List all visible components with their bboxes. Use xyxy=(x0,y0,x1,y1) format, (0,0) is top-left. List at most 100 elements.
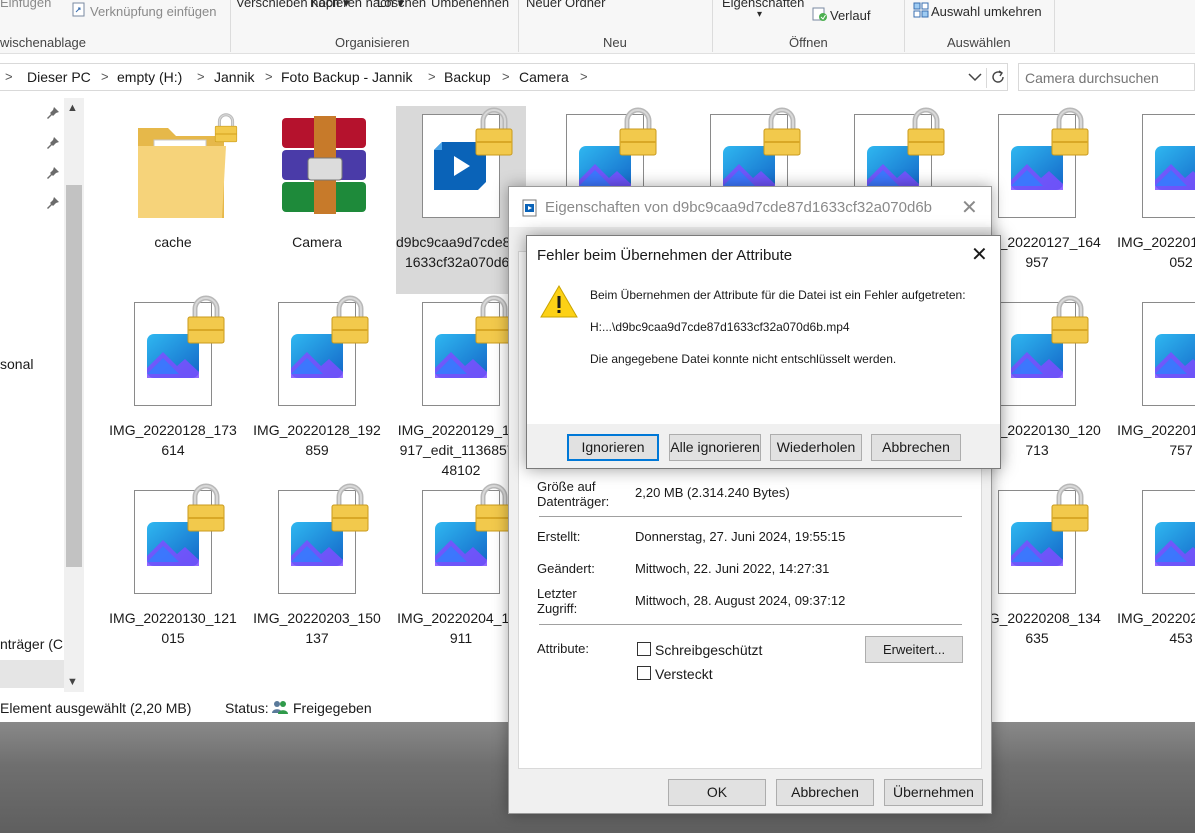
folder-item[interactable]: cache xyxy=(108,106,238,294)
rename-label: Umbenennen xyxy=(431,0,510,10)
lock-icon xyxy=(474,106,514,158)
ribbon: Einfügen Verknüpfung einfügen wischenabl… xyxy=(0,0,1195,54)
chevron-right-icon: > xyxy=(101,69,109,84)
file-item[interactable]: IMG_20220128_173614 xyxy=(108,294,238,482)
properties-label: Eigenschaften xyxy=(722,0,805,10)
error-titlebar[interactable]: Fehler beim Übernehmen der Attribute ✕ xyxy=(527,236,1000,274)
close-icon[interactable]: ✕ xyxy=(971,242,988,267)
chevron-right-icon: > xyxy=(502,69,510,84)
modified-value: Mittwoch, 22. Juni 2022, 14:27:31 xyxy=(635,561,830,576)
lock-icon xyxy=(906,106,946,158)
rename-button[interactable]: Umbenennen xyxy=(431,0,509,11)
paste-shortcut-label: Verknüpfung einfügen xyxy=(90,4,217,19)
scroll-up-icon[interactable]: ▲ xyxy=(67,102,78,114)
properties-titlebar[interactable]: Eigenschaften von d9bc9caa9d7cde87d1633c… xyxy=(509,187,991,227)
file-item[interactable]: IMG_20220127_192052 xyxy=(1116,106,1195,294)
paste-button[interactable]: Einfügen xyxy=(0,0,51,11)
invert-selection-button[interactable]: Auswahl umkehren xyxy=(913,2,1042,20)
crumb-this-pc[interactable]: Dieser PC xyxy=(27,69,91,85)
group-new-label: Neu xyxy=(603,35,627,50)
error-cancel-button[interactable]: Abbrechen xyxy=(871,434,961,461)
ignore-all-button[interactable]: Alle ignorieren xyxy=(669,434,761,461)
delete-button[interactable]: Löschen xyxy=(377,0,426,11)
status-label: Status: xyxy=(225,700,269,716)
pin-icon[interactable] xyxy=(46,196,60,210)
nav-item-personal[interactable]: sonal xyxy=(0,356,33,372)
file-item[interactable]: IMG_20220204_190911 xyxy=(396,482,526,670)
image-file-icon xyxy=(1142,490,1195,598)
retry-button[interactable]: Wiederholen xyxy=(770,434,862,461)
readonly-checkbox[interactable] xyxy=(637,642,651,656)
lock-icon xyxy=(1050,482,1090,534)
pin-icon[interactable] xyxy=(46,136,60,150)
search-input[interactable]: Camera durchsuchen xyxy=(1018,63,1195,91)
crumb-backup[interactable]: Backup xyxy=(444,69,491,85)
file-name: cache xyxy=(154,234,192,250)
properties-title: Eigenschaften von d9bc9caa9d7cde87d1633c… xyxy=(545,199,932,216)
file-name: IMG_20220130_121015 xyxy=(109,610,237,646)
file-item[interactable]: Camera xyxy=(252,106,382,294)
file-item[interactable]: IMG_20220203_150137 xyxy=(252,482,382,670)
hidden-label: Versteckt xyxy=(655,666,713,682)
group-select-label: Auswählen xyxy=(947,35,1011,50)
history-dropdown-icon[interactable] xyxy=(966,68,984,86)
paste-shortcut-button[interactable]: Verknüpfung einfügen xyxy=(72,2,217,20)
crumb-foto-backup[interactable]: Foto Backup - Jannik xyxy=(281,69,413,85)
group-open-label: Öffnen xyxy=(789,35,828,50)
selection-status: Element ausgewählt (2,20 MB) xyxy=(0,700,192,716)
refresh-icon[interactable] xyxy=(986,68,1006,88)
file-item[interactable]: IMG_20220130_121015 xyxy=(108,482,238,670)
pin-icon[interactable] xyxy=(46,166,60,180)
scroll-down-icon[interactable]: ▼ xyxy=(67,676,78,688)
image-file-icon xyxy=(998,295,1089,410)
file-item[interactable]: IMG_20220130_120757 xyxy=(1116,294,1195,482)
folder-icon xyxy=(134,113,238,222)
properties-dropdown-icon[interactable]: ▾ xyxy=(757,6,762,23)
lock-icon xyxy=(762,106,802,158)
file-name: IMG_20220208_203453 xyxy=(1117,610,1195,646)
crumb-camera[interactable]: Camera xyxy=(519,69,569,85)
apply-button[interactable]: Übernehmen xyxy=(884,779,983,806)
image-file-icon xyxy=(422,483,513,598)
nav-item-drive-c[interactable]: nträger (C: xyxy=(0,636,67,652)
invert-selection-icon xyxy=(913,2,929,18)
warning-icon xyxy=(539,284,579,320)
nav-item-selected[interactable] xyxy=(0,660,64,688)
lock-icon xyxy=(186,482,226,534)
advanced-button[interactable]: Erweitert... xyxy=(865,636,963,663)
file-item[interactable]: IMG_20220129_115917_edit_1136857148102 xyxy=(396,294,526,482)
ok-button[interactable]: OK xyxy=(668,779,766,806)
hidden-checkbox[interactable] xyxy=(637,666,651,680)
file-name: IMG_20220203_150137 xyxy=(253,610,381,646)
error-path: H:...\d9bc9caa9d7cde87d1633cf32a070d6b.m… xyxy=(590,320,850,334)
lock-icon xyxy=(1050,294,1090,346)
crumb-drive[interactable]: empty (H:) xyxy=(117,69,182,85)
ribbon-divider xyxy=(904,0,905,52)
attributes-label: Attribute: xyxy=(537,641,590,656)
divider xyxy=(539,516,962,517)
image-file-icon xyxy=(1142,302,1195,410)
image-file-icon xyxy=(278,483,369,598)
file-item[interactable]: IMG_20220208_203453 xyxy=(1116,482,1195,670)
properties-button[interactable]: Eigenschaften xyxy=(722,0,804,11)
copy-to-button[interactable]: Kopieren nach ▾ xyxy=(310,0,404,11)
ribbon-divider xyxy=(518,0,519,52)
size-on-disk-value: 2,20 MB (2.314.240 Bytes) xyxy=(635,485,790,500)
pin-icon[interactable] xyxy=(46,106,60,120)
move-to-button[interactable]: Verschieben nach ▾ xyxy=(236,0,350,11)
file-item[interactable]: IMG_20220128_192859 xyxy=(252,294,382,482)
new-folder-button[interactable]: Neuer Ordner xyxy=(526,0,605,11)
breadcrumb[interactable]: > Dieser PC > empty (H:) > Jannik > Foto… xyxy=(0,63,1008,91)
group-clipboard-label: wischenablage xyxy=(0,35,87,50)
ignore-button[interactable]: Ignorieren xyxy=(567,434,659,461)
close-icon[interactable]: ✕ xyxy=(961,195,978,220)
created-value: Donnerstag, 27. Juni 2024, 19:55:15 xyxy=(635,529,846,544)
delete-label: Löschen xyxy=(377,0,427,10)
nav-scrollbar-thumb[interactable] xyxy=(66,185,82,567)
file-name: IMG_20220129_115917_edit_1136857148102 xyxy=(397,422,525,478)
group-organize-label: Organisieren xyxy=(335,35,410,50)
history-button[interactable]: Verlauf xyxy=(812,6,870,24)
crumb-jannik[interactable]: Jannik xyxy=(214,69,254,85)
file-item[interactable]: d9bc9caa9d7cde87d1633cf32a070d6b xyxy=(396,106,526,294)
cancel-button[interactable]: Abbrechen xyxy=(776,779,874,806)
